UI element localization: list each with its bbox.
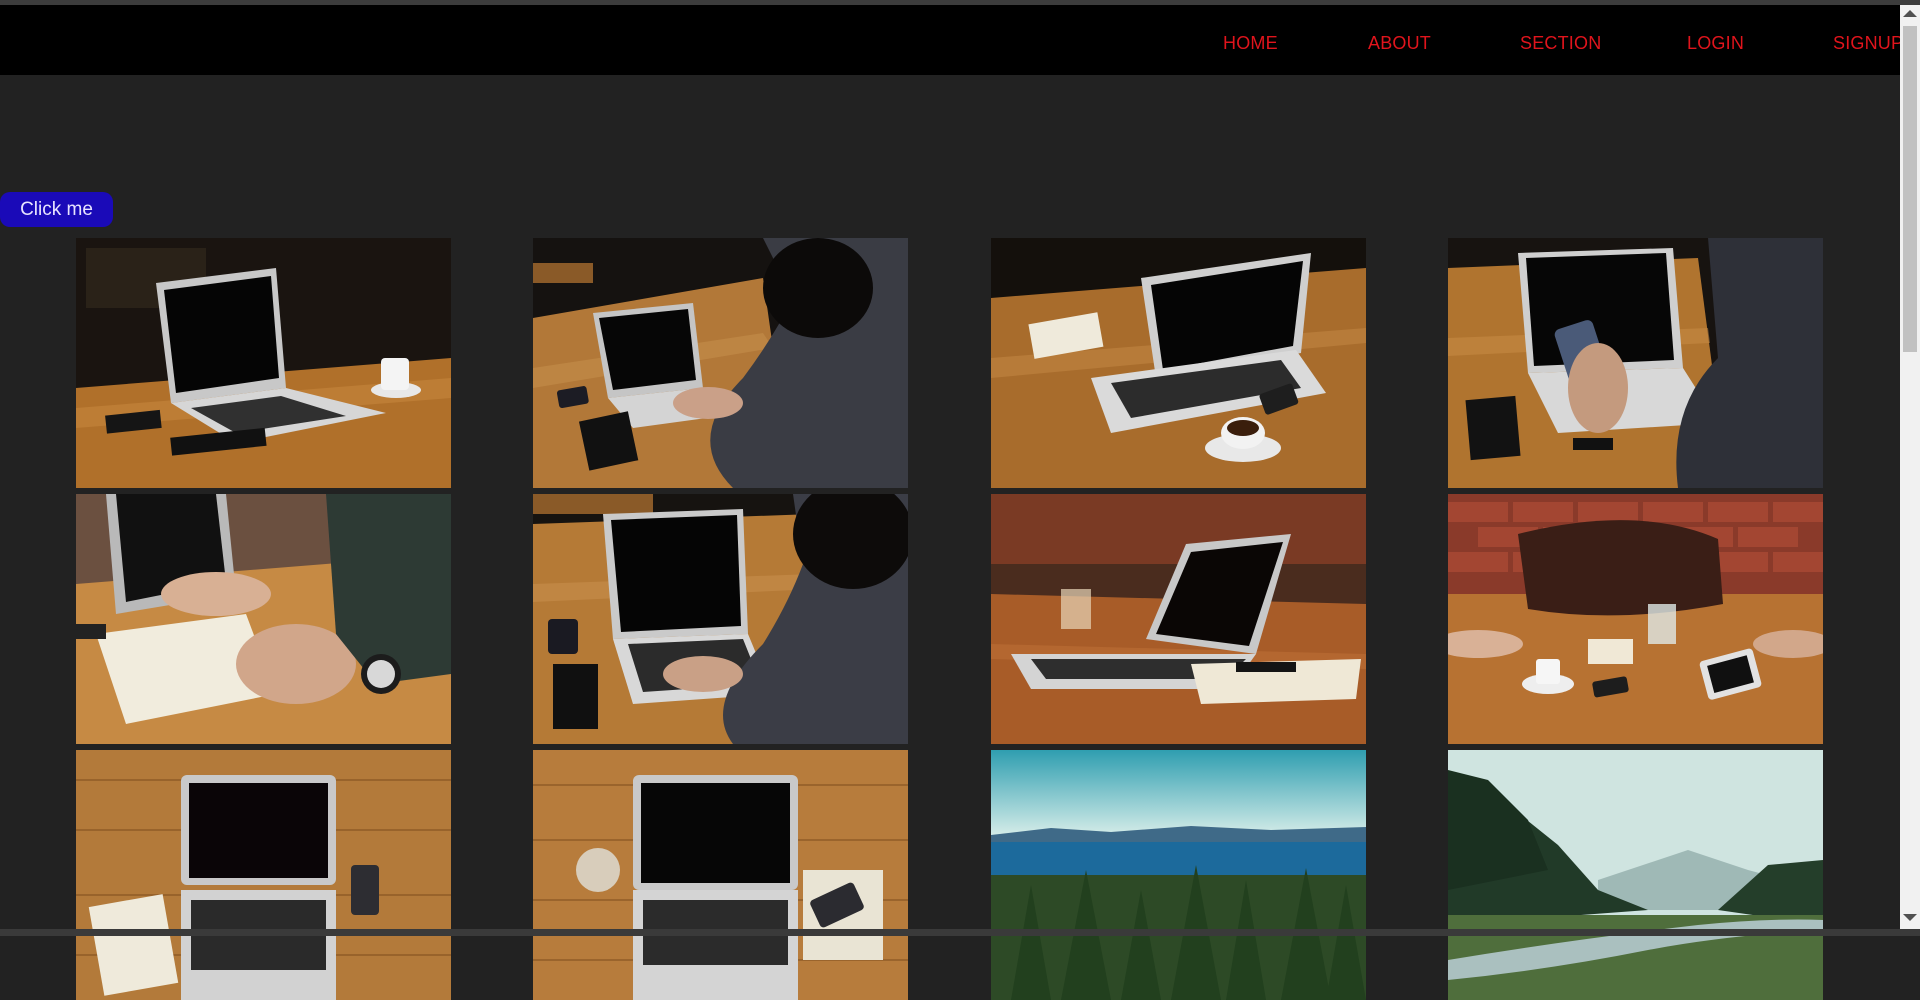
nav-link-about[interactable]: ABOUT bbox=[1368, 33, 1431, 54]
gallery-image-lake-forest[interactable] bbox=[991, 750, 1366, 1000]
scrollbar-thumb[interactable] bbox=[1903, 26, 1917, 352]
gallery-image-man-typing[interactable] bbox=[533, 238, 908, 488]
click-me-button[interactable]: Click me bbox=[0, 192, 113, 227]
gallery-image-laptop-notebook-coffee[interactable] bbox=[991, 238, 1366, 488]
gallery-image-man-holding-phone[interactable] bbox=[1448, 238, 1823, 488]
nav-link-signup[interactable]: SIGNUP bbox=[1833, 33, 1903, 54]
gallery-image-bag-tablet-coffee[interactable] bbox=[1448, 494, 1823, 744]
gallery-image-laptop-top-view[interactable] bbox=[76, 750, 451, 1000]
nav-link-login[interactable]: LOGIN bbox=[1687, 33, 1744, 54]
gallery-image-hand-writing[interactable] bbox=[76, 494, 451, 744]
navbar: HOME ABOUT SECTION LOGIN SIGNUP bbox=[0, 5, 1903, 75]
window-bottom-border bbox=[0, 929, 1920, 936]
gallery-image-laptop-coffee[interactable] bbox=[76, 238, 451, 488]
nav-link-section[interactable]: SECTION bbox=[1520, 33, 1601, 54]
gallery-image-laptop-glass[interactable] bbox=[991, 494, 1366, 744]
scroll-down-arrow-icon[interactable] bbox=[1903, 914, 1917, 921]
scroll-up-arrow-icon[interactable] bbox=[1903, 10, 1917, 17]
gallery-image-man-typing-closeup[interactable] bbox=[533, 494, 908, 744]
gallery-image-misty-valley[interactable] bbox=[1448, 750, 1823, 1000]
nav-link-home[interactable]: HOME bbox=[1223, 33, 1278, 54]
gallery-image-laptop-glass-phone[interactable] bbox=[533, 750, 908, 1000]
